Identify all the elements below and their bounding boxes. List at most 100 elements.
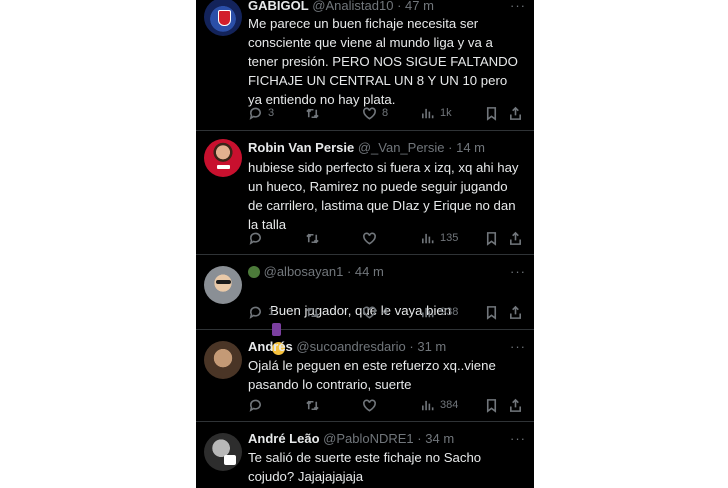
tweet-text: Me parece un buen fichaje necesita ser c… xyxy=(248,16,522,107)
bookmark-button[interactable] xyxy=(484,104,499,122)
heart-icon xyxy=(363,232,376,245)
tweet-header: Robin Van Persie @_Van_Persie · 14 m xyxy=(248,139,526,157)
views-button[interactable]: 384 xyxy=(420,396,458,414)
view-count: 1k xyxy=(440,107,452,119)
like-button[interactable] xyxy=(362,229,382,247)
timestamp[interactable]: 47 m xyxy=(405,0,434,13)
separator-dot: · xyxy=(448,140,453,155)
user-handle[interactable]: @_Van_Persie xyxy=(358,140,445,155)
like-button[interactable] xyxy=(362,396,382,414)
like-button[interactable]: 8 xyxy=(362,104,388,122)
timestamp[interactable]: 44 m xyxy=(355,264,384,279)
like-count: 8 xyxy=(382,107,389,119)
retweet-button[interactable] xyxy=(305,396,325,414)
more-options-icon[interactable]: ··· xyxy=(510,430,526,448)
more-options-icon[interactable]: ··· xyxy=(510,338,526,356)
share-button[interactable] xyxy=(508,396,523,414)
user-handle[interactable]: @PabloNDRE1 xyxy=(323,431,414,446)
share-button[interactable] xyxy=(508,303,523,321)
tweet-text: Te salió de suerte este fichaje no Sacho… xyxy=(248,450,485,484)
user-handle[interactable]: @sucoandresdario xyxy=(296,339,405,354)
reply-button[interactable]: 1 xyxy=(248,303,274,321)
retweet-icon xyxy=(306,108,319,118)
tweet-header: GABIGOL @Analistad10 · 47 m ··· xyxy=(248,0,526,15)
jersey-number-icon xyxy=(224,455,236,465)
reply-button[interactable] xyxy=(248,396,268,414)
tweet[interactable]: Andrés @sucoandresdario · 31 m ··· Ojalá… xyxy=(196,330,534,422)
tweet-header: @albosayan1 · 44 m ··· xyxy=(248,263,526,281)
separator-dot: · xyxy=(409,339,414,354)
bookmark-button[interactable] xyxy=(484,396,499,414)
reply-button[interactable]: 3 xyxy=(248,104,274,122)
view-count: 384 xyxy=(440,399,459,411)
user-handle[interactable]: @albosayan1 xyxy=(264,264,344,279)
views-button[interactable]: 1k xyxy=(420,104,452,122)
avatar[interactable] xyxy=(204,433,242,471)
like-button[interactable]: 4 xyxy=(362,303,388,321)
timestamp[interactable]: 34 m xyxy=(425,431,454,446)
reply-button[interactable] xyxy=(248,229,268,247)
action-bar: 384 xyxy=(248,396,524,414)
bookmark-button[interactable] xyxy=(484,303,499,321)
reply-icon xyxy=(249,306,261,319)
tweet[interactable]: André Leão @PabloNDRE1 · 34 m ··· Te sal… xyxy=(196,422,534,488)
share-icon xyxy=(510,231,521,245)
user-handle[interactable]: @Analistad10 xyxy=(312,0,393,13)
club-crest-icon xyxy=(218,10,231,26)
reply-feed: GABIGOL @Analistad10 · 47 m ··· Me parec… xyxy=(196,0,534,488)
reply-count: 3 xyxy=(268,107,275,119)
heart-icon xyxy=(363,306,376,319)
separator-dot: · xyxy=(346,264,352,279)
tweet-text: Ojalá le peguen en este refuerzo xq..vie… xyxy=(248,358,500,392)
avatar[interactable] xyxy=(204,266,242,304)
sunglasses-icon xyxy=(216,280,231,284)
timestamp[interactable]: 31 m xyxy=(417,339,446,354)
action-bar: 3 8 1k xyxy=(248,104,524,122)
tweet[interactable]: GABIGOL @Analistad10 · 47 m ··· Me parec… xyxy=(196,0,534,131)
more-options-icon[interactable]: ··· xyxy=(510,0,526,15)
reply-icon xyxy=(249,107,261,120)
bookmark-button[interactable] xyxy=(484,229,499,247)
views-icon xyxy=(422,233,434,243)
bookmark-icon xyxy=(486,398,497,413)
views-button[interactable]: 938 xyxy=(420,303,458,321)
like-count: 4 xyxy=(382,306,389,318)
heart-icon xyxy=(363,107,376,120)
jersey-sponsor-icon xyxy=(217,165,230,169)
retweet-button[interactable] xyxy=(305,104,325,122)
view-count: 135 xyxy=(440,232,459,244)
retweet-icon xyxy=(306,400,319,410)
views-icon xyxy=(422,400,434,410)
bookmark-icon xyxy=(486,106,497,121)
avatar[interactable] xyxy=(204,341,242,379)
reply-count: 1 xyxy=(268,306,275,318)
views-icon xyxy=(422,108,434,118)
display-name[interactable]: André Leão xyxy=(248,431,320,446)
tweet[interactable]: @albosayan1 · 44 m ··· Buen jugador, que… xyxy=(196,255,534,355)
separator-dot: · xyxy=(397,0,402,13)
share-icon xyxy=(510,106,521,120)
verified-emblem-icon xyxy=(248,266,260,278)
retweet-button[interactable] xyxy=(305,229,325,247)
views-button[interactable]: 135 xyxy=(420,229,458,247)
view-count: 938 xyxy=(440,306,459,318)
share-icon xyxy=(510,305,521,319)
views-icon xyxy=(422,307,434,317)
bookmark-icon xyxy=(486,231,497,246)
separator-dot: · xyxy=(417,431,422,446)
share-button[interactable] xyxy=(508,229,523,247)
more-options-icon[interactable]: ··· xyxy=(510,263,526,281)
heart-icon xyxy=(363,399,376,412)
retweet-icon xyxy=(306,307,319,317)
timestamp[interactable]: 14 m xyxy=(456,140,485,155)
retweet-icon xyxy=(306,233,319,243)
avatar[interactable] xyxy=(204,0,242,36)
display-name[interactable]: GABIGOL xyxy=(248,0,309,13)
tweet-text: hubiese sido perfecto si fuera x izq, xq… xyxy=(248,160,523,232)
display-name[interactable]: Andrés xyxy=(248,339,293,354)
retweet-button[interactable] xyxy=(305,303,325,321)
avatar[interactable] xyxy=(204,139,242,177)
display-name[interactable]: Robin Van Persie xyxy=(248,140,354,155)
share-button[interactable] xyxy=(508,104,523,122)
tweet[interactable]: Robin Van Persie @_Van_Persie · 14 m hub… xyxy=(196,131,534,255)
